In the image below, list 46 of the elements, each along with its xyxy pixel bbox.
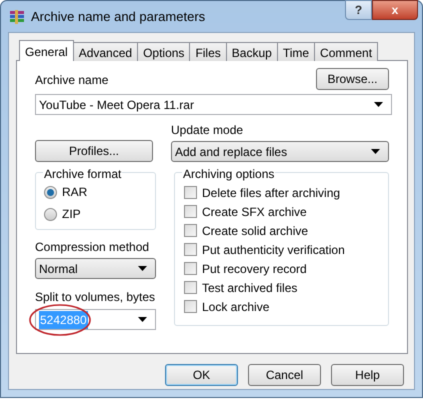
checkbox[interactable] — [184, 262, 197, 275]
field-label: Update mode — [171, 122, 244, 139]
window-title: Archive name and parameters — [31, 8, 206, 26]
checkbox-label: Create solid archive — [202, 222, 308, 240]
dialog-button[interactable]: OK — [165, 364, 238, 386]
profiles-button[interactable]: Profiles... — [35, 140, 153, 162]
checkbox-label: Put recovery record — [202, 260, 307, 278]
dialog-button[interactable]: Cancel — [248, 364, 321, 386]
checkbox-label: Create SFX archive — [202, 204, 307, 220]
tab[interactable]: Comment — [314, 42, 378, 61]
radio-button[interactable] — [44, 186, 57, 198]
dropdown-caret-icon — [374, 102, 383, 107]
checkbox[interactable] — [184, 300, 197, 313]
close-button[interactable]: x — [372, 0, 418, 20]
archive-name-field[interactable]: YouTube - Meet Opera 11.rar — [35, 94, 392, 115]
dropdown-caret-icon — [371, 149, 380, 154]
tab[interactable]: Options — [137, 42, 190, 61]
radio-label: RAR — [62, 184, 88, 201]
checkbox[interactable] — [184, 205, 197, 218]
checkbox[interactable] — [184, 186, 197, 199]
checkbox-label: Put authenticity verification — [202, 242, 345, 258]
checkbox[interactable] — [184, 281, 197, 294]
radio-label: ZIP — [62, 206, 81, 223]
help-button[interactable]: ? — [345, 0, 372, 20]
compression-method-dropdown[interactable]: Normal — [35, 258, 156, 279]
radio-button[interactable] — [44, 208, 57, 220]
dropdown-caret-icon — [138, 317, 147, 322]
field-label: Archive name — [35, 72, 108, 89]
browse-button[interactable]: Browse... — [316, 68, 389, 90]
checkbox-label: Test archived files — [202, 280, 298, 296]
annotation-ellipse — [28, 303, 92, 337]
dropdown-caret-icon — [138, 266, 147, 271]
tab[interactable]: Advanced — [72, 42, 138, 61]
checkbox-label: Delete files after archiving — [202, 184, 340, 202]
checkbox[interactable] — [184, 224, 197, 237]
field-label: Split to volumes, bytes — [35, 289, 156, 306]
tab[interactable]: General — [19, 40, 74, 61]
field-label: Compression method — [35, 239, 150, 256]
archive-books-icon — [9, 8, 25, 24]
tab[interactable]: Time — [276, 42, 316, 61]
dialog-button[interactable]: Help — [331, 364, 404, 386]
tab[interactable]: Backup — [226, 42, 278, 61]
checkbox-label: Lock archive — [202, 298, 270, 316]
update-mode-dropdown[interactable]: Add and replace files — [171, 141, 389, 162]
checkbox[interactable] — [184, 243, 197, 256]
tab[interactable]: Files — [189, 42, 227, 61]
